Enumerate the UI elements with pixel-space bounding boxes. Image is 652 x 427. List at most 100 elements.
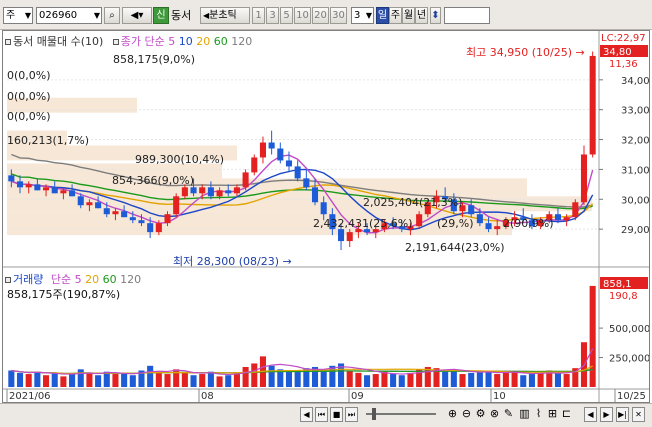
crosshair-button[interactable]: ⊗ bbox=[488, 407, 501, 422]
extra-input[interactable] bbox=[444, 7, 490, 24]
settings-button[interactable]: ⚙ bbox=[474, 407, 487, 422]
candle-body bbox=[86, 202, 93, 206]
volume-bar bbox=[233, 372, 240, 387]
high-annotation: 최고 34,950 (10/25) → bbox=[466, 44, 585, 60]
volume-bar bbox=[476, 371, 483, 387]
candle-body bbox=[155, 223, 162, 233]
interval-1[interactable]: 1 bbox=[252, 7, 265, 24]
fast-forward-button[interactable]: ⏭ bbox=[345, 407, 358, 422]
volume-bar bbox=[86, 372, 93, 387]
candle-body bbox=[277, 148, 284, 161]
interval-30[interactable]: 30 bbox=[330, 7, 347, 24]
tick-mode-button[interactable]: ◀분초틱 bbox=[200, 7, 250, 24]
zoom-in-button[interactable]: ⊕ bbox=[446, 407, 459, 422]
fast-backward-icon: ⏮ bbox=[317, 410, 326, 419]
line-type-button[interactable]: ⌇ bbox=[532, 407, 545, 422]
interval-20[interactable]: 20 bbox=[312, 7, 329, 24]
candle-body bbox=[8, 175, 15, 182]
candle-body bbox=[311, 187, 319, 203]
volume-bar bbox=[398, 375, 405, 387]
vol-ma120-legend: 120 bbox=[120, 273, 142, 286]
interval-input[interactable]: 3 ▼ bbox=[351, 7, 374, 24]
period-day-button[interactable]: 일 bbox=[376, 7, 389, 24]
legend-box-icon bbox=[5, 39, 11, 45]
current-price-label: 34,80 bbox=[603, 47, 632, 58]
new-listing-badge[interactable]: 신 bbox=[153, 7, 169, 24]
period-year-button[interactable]: 년 bbox=[415, 7, 428, 24]
fast-backward-button[interactable]: ⏮ bbox=[315, 407, 328, 422]
volume-bar bbox=[294, 370, 301, 387]
volume-bar bbox=[563, 374, 570, 387]
candle-body bbox=[181, 187, 188, 197]
volume-bar bbox=[242, 366, 249, 387]
volume-bar bbox=[459, 374, 466, 387]
volume-bar bbox=[225, 375, 232, 387]
chevron-down-icon: ▼ bbox=[365, 11, 372, 20]
volume-bar bbox=[537, 372, 544, 387]
stop-button[interactable]: ■ bbox=[330, 407, 343, 422]
zoom-slider-track[interactable] bbox=[366, 413, 436, 415]
candle-body bbox=[95, 202, 102, 209]
price-tick-label: 34,000 bbox=[621, 76, 649, 87]
interval-3[interactable]: 3 bbox=[266, 7, 279, 24]
zoom-out-button[interactable]: ⊖ bbox=[460, 407, 473, 422]
price-tick-label: 29,000 bbox=[621, 225, 649, 236]
period-week-button[interactable]: 주 bbox=[389, 7, 402, 24]
candle-body bbox=[416, 214, 423, 227]
window-close-button[interactable]: ✕ bbox=[632, 407, 645, 422]
stock-code-input[interactable]: 026960 ▼ bbox=[36, 7, 102, 24]
candle-body bbox=[199, 187, 206, 194]
time-tick-label: 2021/06 bbox=[9, 391, 51, 402]
search-button[interactable]: ⌕ bbox=[104, 7, 120, 24]
drawing-tool-button[interactable]: ✎ bbox=[502, 407, 515, 422]
arrow-right-icon: → bbox=[575, 46, 585, 59]
profile-label-top: 858,175(9,0%) bbox=[113, 53, 196, 66]
volume-bar bbox=[121, 372, 128, 387]
chevron-down-icon: ▼ bbox=[93, 11, 100, 20]
updown-button[interactable]: ⬍ bbox=[430, 7, 441, 24]
zoom-out-icon: ⊖ bbox=[461, 407, 472, 420]
profile-label-4: 2,025,404(21,3%) bbox=[363, 196, 463, 209]
profile-label-zero-3: 0(0,0%) bbox=[7, 110, 51, 123]
candle-body bbox=[285, 160, 293, 167]
ma60-legend: 60 bbox=[213, 35, 228, 48]
market-select[interactable]: 주 ▼ bbox=[3, 7, 33, 24]
nav-next-button[interactable]: ▶ bbox=[600, 407, 613, 422]
market-value: 주 bbox=[6, 10, 16, 21]
up-down-arrow-icon: ⬍ bbox=[431, 10, 440, 21]
zoom-slider-handle[interactable] bbox=[372, 408, 376, 420]
chart-toolbar: 주 ▼ 026960 ▼ ⌕ ◀▾ 신 동서 ◀분초틱 1 3 5 10 20 … bbox=[0, 0, 652, 30]
bar-chart-icon: ▥ bbox=[519, 407, 530, 420]
candle-body bbox=[129, 217, 136, 221]
ruler-button[interactable]: ⊏ bbox=[560, 407, 573, 422]
interval-5[interactable]: 5 bbox=[280, 7, 293, 24]
period-month-button[interactable]: 월 bbox=[402, 7, 415, 24]
candle-body bbox=[43, 187, 50, 191]
volume-bar bbox=[34, 371, 41, 387]
candle-body bbox=[476, 214, 483, 224]
volume-bar bbox=[129, 375, 136, 387]
candle-body bbox=[147, 223, 154, 233]
candle-body bbox=[468, 205, 475, 215]
volume-bar bbox=[8, 370, 15, 387]
profile-label-zero-1: 0(0,0%) bbox=[7, 69, 51, 82]
time-tick-label: 10 bbox=[493, 391, 506, 402]
vol-ma5-legend: 5 bbox=[74, 273, 82, 286]
volume-legend-title: 거래량 bbox=[13, 273, 44, 286]
price-tick-label: 33,000 bbox=[621, 106, 649, 117]
volume-bar bbox=[25, 374, 32, 387]
volume-bar bbox=[346, 370, 353, 387]
time-tick-label: 10/25 bbox=[617, 391, 646, 402]
grid-button[interactable]: ⊞ bbox=[546, 407, 559, 422]
scroll-left-button[interactable]: ◀ bbox=[300, 407, 313, 422]
nav-prev-button[interactable]: ◀ bbox=[584, 407, 597, 422]
speaker-button[interactable]: ◀▾ bbox=[122, 7, 152, 24]
nav-end-button[interactable]: ▶| bbox=[616, 407, 629, 422]
interval-value: 3 bbox=[354, 10, 361, 21]
candle-body bbox=[233, 187, 240, 194]
axis-header-label: LC:22,97 bbox=[601, 33, 646, 44]
interval-10[interactable]: 10 bbox=[294, 7, 311, 24]
gear-icon: ⚙ bbox=[475, 407, 486, 420]
bar-type-button[interactable]: ▥ bbox=[518, 407, 531, 422]
volume-bar bbox=[112, 374, 119, 387]
